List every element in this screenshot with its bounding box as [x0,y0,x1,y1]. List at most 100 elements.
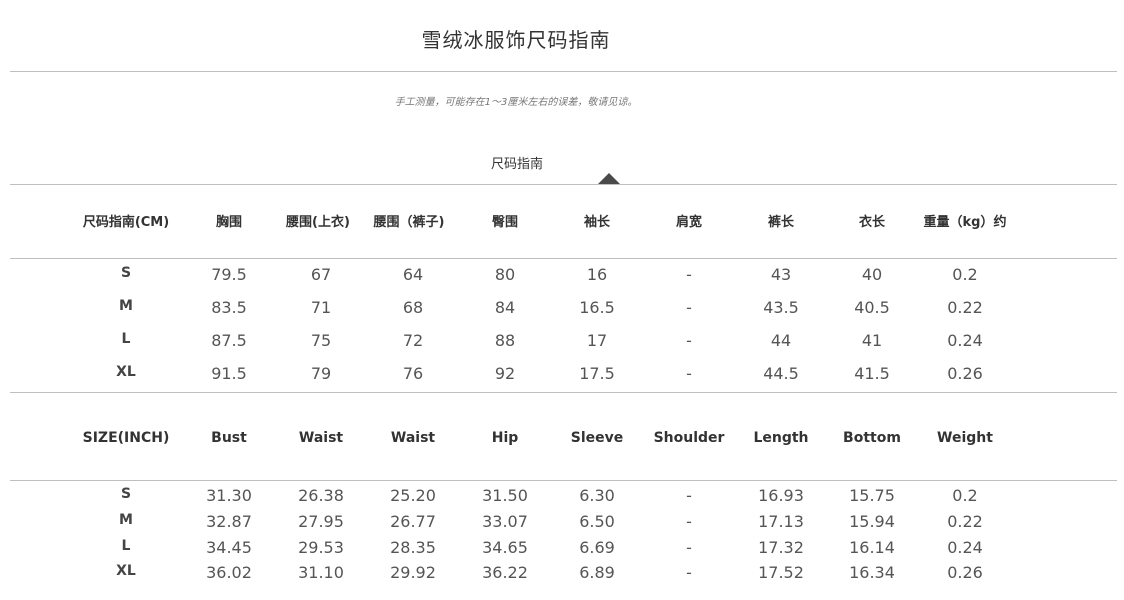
inch-header-cell: Bust [211,430,247,446]
cm-header-cell: 重量（kg）约 [923,215,1007,230]
table-cell: 17.5 [579,364,615,383]
table-cell: 34.65 [482,538,528,557]
cm-header-cell: 袖长 [583,215,611,230]
table-cell: 16.14 [849,538,895,557]
table-cell: 40.5 [854,298,890,317]
table-cell: 16.93 [758,486,804,505]
table-cell: 17.32 [758,538,804,557]
size-label: L [121,538,131,554]
table-cell: 0.26 [947,364,983,383]
page-title: 雪绒冰服饰尺码指南 [421,28,611,52]
table-cell: 0.24 [947,538,983,557]
size-label: S [120,486,132,502]
table-cell: 0.2 [952,486,978,505]
table-cell: 25.20 [390,486,436,505]
table-cell: - [686,331,692,350]
table-cell: 34.45 [206,538,252,557]
table-cell: - [686,512,692,531]
table-cell: 0.22 [947,512,983,531]
table-cell: 79 [310,364,332,383]
table-cell: 0.2 [952,265,978,284]
table-cell: 31.30 [206,486,252,505]
table-cell: 75 [310,331,332,350]
size-label: S [120,265,132,281]
table-cell: 36.22 [482,563,528,582]
inch-header-cell: Hip [491,430,519,446]
table-cell: 43.5 [763,298,799,317]
table-cell: 87.5 [211,331,247,350]
table-cell: 92 [494,364,516,383]
table-cell: 31.50 [482,486,528,505]
table-cell: 40 [861,265,883,284]
table-cell: - [686,563,692,582]
table-cell: 41 [861,331,883,350]
table-cell: - [686,265,692,284]
inch-header-cell: Weight [937,430,993,446]
cm-header-cell: 尺码指南(CM) [82,215,170,230]
table-cell: 71 [310,298,332,317]
table-cell: 6.50 [579,512,615,531]
table-cell: 17.13 [758,512,804,531]
size-label: XL [116,364,136,380]
cm-table-bottom-divider [10,392,1117,393]
table-cell: 79.5 [211,265,247,284]
inch-header-cell: Waist [298,430,344,446]
table-cell: 16.5 [579,298,615,317]
table-cell: 28.35 [390,538,436,557]
table-cell: 0.22 [947,298,983,317]
size-label: XL [116,563,136,579]
table-cell: 6.30 [579,486,615,505]
table-cell: 16.34 [849,563,895,582]
size-label: L [121,331,131,347]
table-cell: 17 [586,331,608,350]
inch-header-cell: Shoulder [653,430,725,446]
cm-header-cell: 腰围(上衣) [286,215,350,230]
table-cell: 36.02 [206,563,252,582]
cm-header-cell: 肩宽 [675,215,703,230]
table-cell: - [686,298,692,317]
cm-header-cell: 臀围 [491,215,519,230]
table-cell: 83.5 [211,298,247,317]
title-divider [10,71,1117,72]
cm-header-cell: 裤长 [767,215,795,230]
table-cell: 15.94 [849,512,895,531]
table-cell: 80 [494,265,516,284]
table-cell: 31.10 [298,563,344,582]
cm-header-cell: 胸围 [215,215,243,230]
table-cell: 64 [402,265,424,284]
table-cell: 29.92 [390,563,436,582]
table-cell: - [686,538,692,557]
table-cell: 32.87 [206,512,252,531]
tab-divider [10,184,1117,185]
table-cell: 84 [494,298,516,317]
table-cell: 26.38 [298,486,344,505]
table-cell: 17.52 [758,563,804,582]
table-cell: 72 [402,331,424,350]
cm-header-cell: 腰围（裤子) [373,215,445,230]
table-cell: 44 [770,331,792,350]
inch-header-cell: Length [753,430,809,446]
size-label: M [119,298,133,314]
inch-header-cell: Bottom [843,430,901,446]
measurement-note: 手工测量，可能存在1～3厘米左右的误差，敬请见谅。 [394,97,638,108]
table-cell: 6.89 [579,563,615,582]
table-cell: 15.75 [849,486,895,505]
inch-header-cell: SIZE(INCH) [82,430,170,446]
size-label: M [119,512,133,528]
table-cell: - [686,486,692,505]
cm-header-divider [10,258,1117,259]
tab-size-guide[interactable]: 尺码指南 [467,153,567,172]
table-cell: 68 [402,298,424,317]
inch-header-cell: Waist [390,430,436,446]
table-cell: 27.95 [298,512,344,531]
inch-header-divider [10,480,1117,481]
table-cell: 76 [402,364,424,383]
table-cell: 29.53 [298,538,344,557]
table-cell: 41.5 [854,364,890,383]
table-cell: 43 [770,265,792,284]
table-cell: 33.07 [482,512,528,531]
inch-header-cell: Sleeve [570,430,624,446]
table-cell: 67 [310,265,332,284]
table-cell: - [686,364,692,383]
table-cell: 44.5 [763,364,799,383]
